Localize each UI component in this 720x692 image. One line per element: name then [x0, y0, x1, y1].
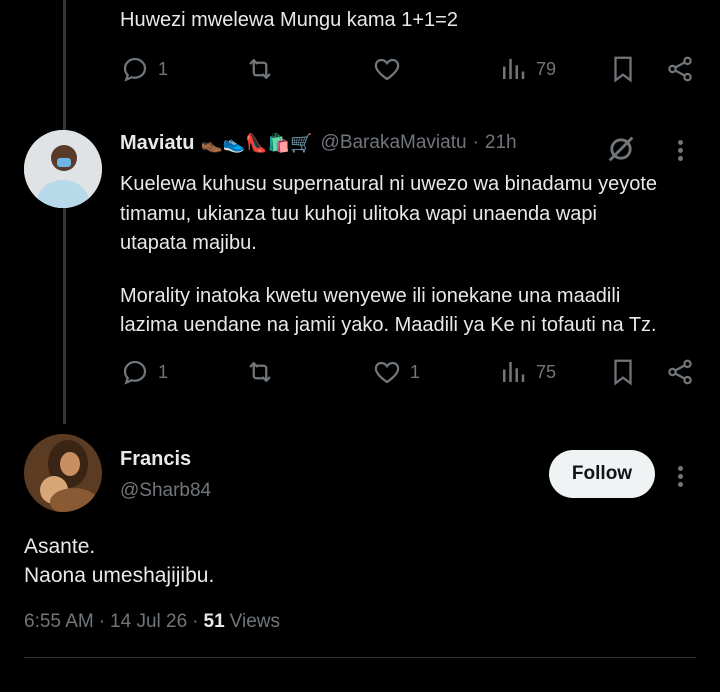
avatar-image: [24, 434, 102, 512]
share-button[interactable]: [665, 52, 695, 86]
views-count[interactable]: 51: [204, 611, 225, 633]
reply-icon: [123, 360, 147, 385]
share-icon: [668, 359, 692, 385]
grok-icon: [608, 136, 634, 162]
tweet-text-line: Asante.: [24, 535, 96, 558]
like-button[interactable]: 1: [372, 355, 420, 389]
display-name[interactable]: Francis: [120, 448, 191, 471]
separator-dot: ·: [98, 611, 106, 632]
follow-button[interactable]: Follow: [549, 450, 655, 498]
tweet-actions: 1 79: [120, 52, 700, 86]
retweet-button[interactable]: [245, 355, 275, 389]
more-options-button[interactable]: [676, 463, 684, 490]
analytics-icon: [503, 362, 525, 382]
retweet-button[interactable]: [245, 52, 275, 86]
heart-icon: [374, 58, 400, 81]
separator-dot: ·: [192, 611, 199, 632]
tweet-header: Maviatu 👞👟👠🛍️🛒 @BarakaMaviatu · 21h: [120, 128, 517, 158]
views-count: 79: [536, 58, 557, 79]
user-handle[interactable]: @BarakaMaviatu: [321, 132, 467, 154]
views-button[interactable]: 79: [498, 52, 556, 86]
bookmark-icon: [614, 359, 632, 386]
divider: [24, 657, 696, 658]
avatar[interactable]: [24, 130, 102, 208]
like-button[interactable]: [372, 52, 402, 86]
views-label: Views: [229, 611, 280, 632]
reply-count: 1: [158, 361, 169, 382]
like-count: 1: [410, 361, 421, 382]
tweet-text-line: Morality inatoka kwetu wenyewe ili ionek…: [120, 285, 621, 307]
heart-icon: [374, 361, 400, 384]
tweet-text-line: lazima uendane na jamii yako. Maadili ya…: [120, 314, 657, 336]
views-button[interactable]: 75: [498, 355, 556, 389]
tweet-time[interactable]: 6:55 AM: [24, 611, 94, 633]
thread-connector-line: [63, 0, 66, 424]
reply-button[interactable]: 1: [120, 355, 168, 389]
reply-icon: [123, 57, 147, 82]
tweet-date[interactable]: 14 Jul 26: [110, 611, 187, 633]
tweet-text-line: timamu, ukianza tuu kuhoji ulitoka wapi …: [120, 203, 597, 225]
avatar-image: [24, 130, 102, 208]
tweet-text-line: utapata majibu.: [120, 232, 257, 254]
share-button[interactable]: [665, 355, 695, 389]
separator-dot: ·: [472, 132, 479, 153]
avatar[interactable]: [24, 434, 102, 512]
tweet-text: Huwezi mwelewa Mungu kama 1+1=2: [120, 9, 458, 31]
tweet-text-line: Naona umeshajijibu.: [24, 564, 215, 587]
display-name[interactable]: Maviatu: [120, 132, 194, 155]
bookmark-button[interactable]: [608, 355, 638, 389]
tweet-text-line: Kuelewa kuhusu supernatural ni uwezo wa …: [120, 173, 658, 195]
grok-button[interactable]: [604, 132, 638, 166]
bookmark-icon: [614, 56, 632, 83]
tweet-time[interactable]: 21h: [485, 132, 517, 154]
reply-count: 1: [158, 58, 169, 79]
analytics-icon: [503, 59, 525, 79]
retweet-icon: [249, 361, 271, 383]
bookmark-button[interactable]: [608, 52, 638, 86]
tweet-metadata: 6:55 AM · 14 Jul 26 · 51 Views: [24, 608, 280, 636]
more-options-button[interactable]: [676, 137, 684, 164]
tweet-actions: 1 1 75: [120, 355, 700, 389]
reply-button[interactable]: 1: [120, 52, 168, 86]
retweet-icon: [249, 58, 271, 80]
user-handle[interactable]: @Sharb84: [120, 480, 211, 502]
views-count: 75: [536, 361, 557, 382]
share-icon: [668, 56, 692, 82]
name-emoji: 👞👟👠🛍️🛒: [200, 132, 313, 153]
